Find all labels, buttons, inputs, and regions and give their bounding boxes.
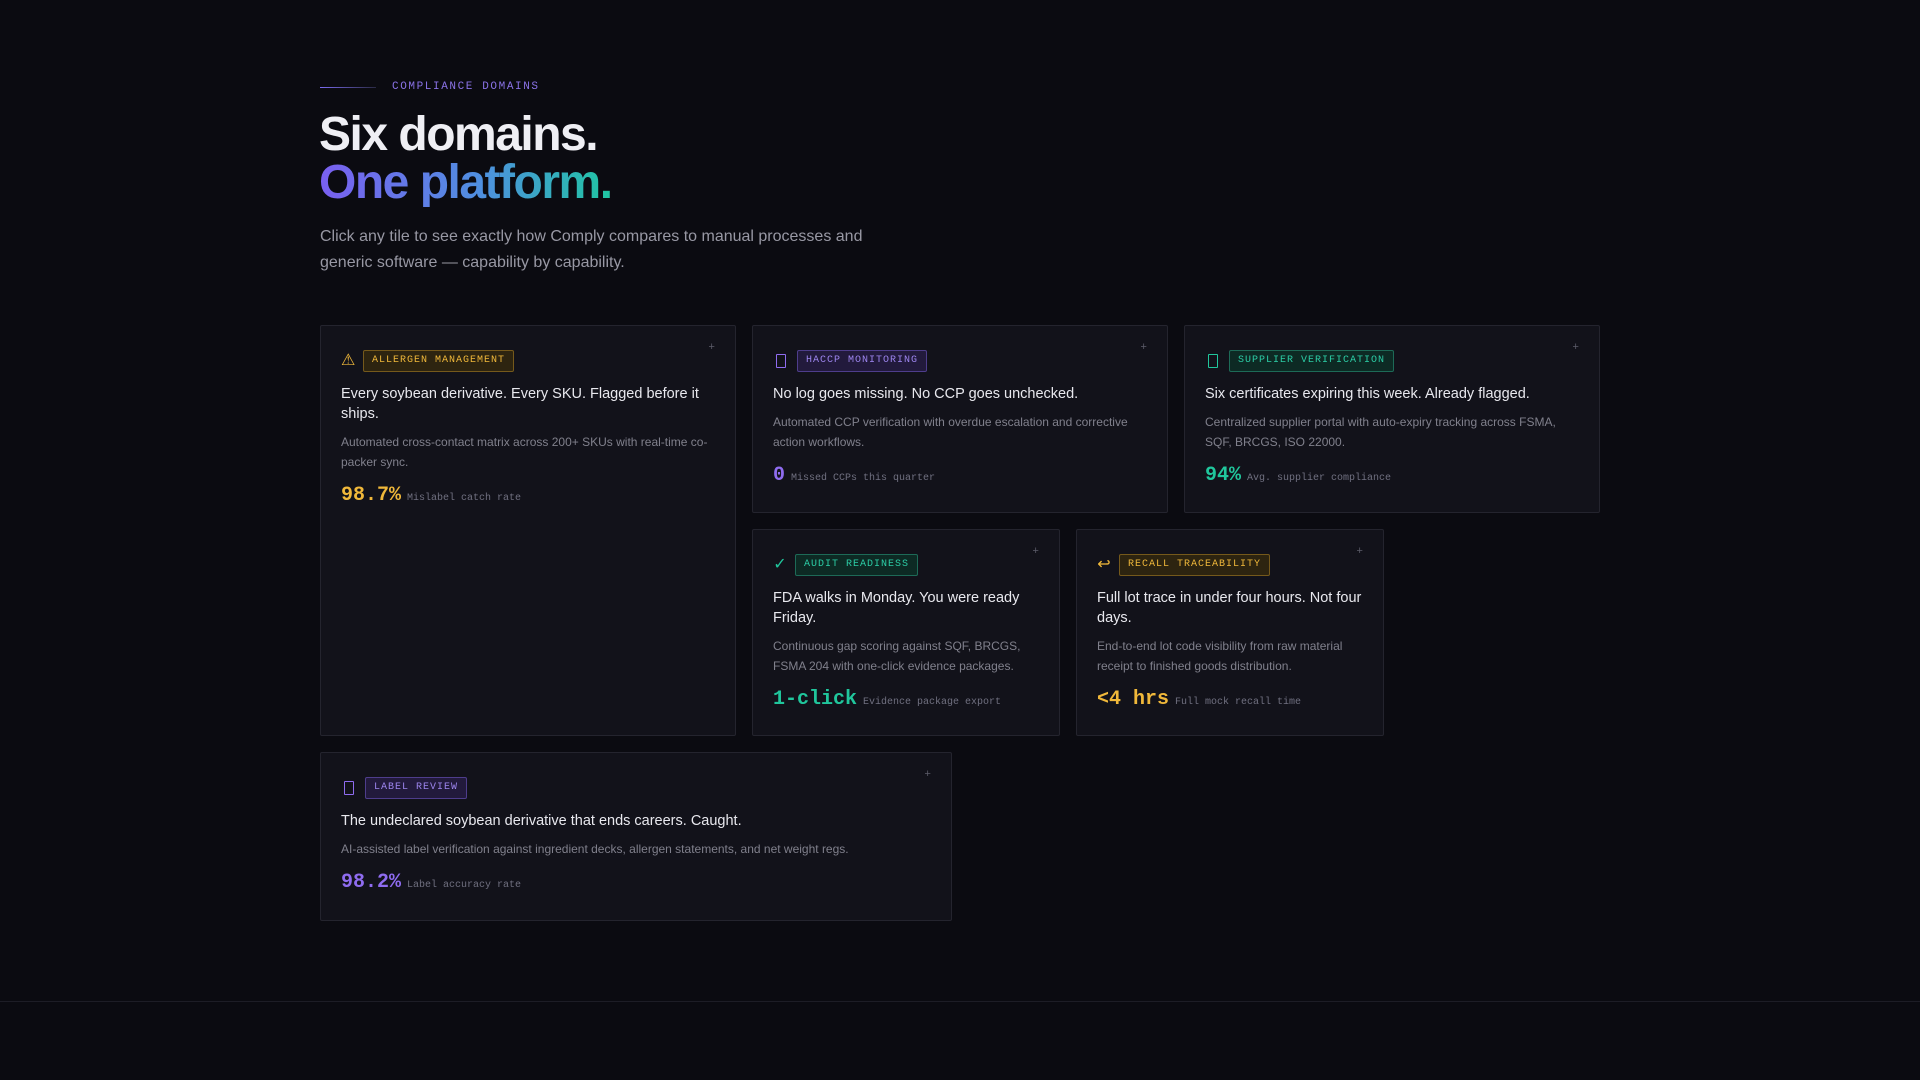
tile-tag: AUDIT READINESS bbox=[795, 554, 919, 576]
clipboard-icon bbox=[776, 354, 786, 368]
tile-metric: <4 hrs Full mock recall time bbox=[1097, 688, 1363, 711]
warning-icon: ⚠ bbox=[341, 352, 356, 369]
tile-metric: 0 Missed CCPs this quarter bbox=[773, 464, 1147, 487]
tile-metric: 1-click Evidence package export bbox=[773, 688, 1039, 711]
tile-metric: 94% Avg. supplier compliance bbox=[1205, 464, 1579, 487]
tile-description: Automated CCP verification with overdue … bbox=[773, 415, 1128, 449]
tile-title: FDA walks in Monday. You were ready Frid… bbox=[773, 590, 1020, 626]
metric-value: 1-click bbox=[773, 688, 858, 711]
expand-icon[interactable]: + bbox=[708, 342, 715, 354]
tile-title: The undeclared soybean derivative that e… bbox=[341, 813, 742, 829]
metric-value: 0 bbox=[773, 464, 786, 487]
metric-value: 98.2% bbox=[341, 871, 402, 894]
tile-title: Full lot trace in under four hours. Not … bbox=[1097, 590, 1362, 626]
tile-description: Continuous gap scoring against SQF, BRCG… bbox=[773, 639, 1021, 673]
eyebrow-divider bbox=[320, 86, 376, 88]
tile-haccp-monitoring[interactable]: + HACCP MONITORING No log goes missing. … bbox=[752, 325, 1168, 513]
tile-audit-readiness[interactable]: + ✓ AUDIT READINESS FDA walks in Monday.… bbox=[752, 529, 1060, 736]
metric-value: 94% bbox=[1205, 464, 1242, 487]
section-subtitle: Click any tile to see exactly how Comply… bbox=[320, 228, 863, 271]
metric-label: Label accuracy rate bbox=[407, 880, 522, 891]
metric-label: Full mock recall time bbox=[1175, 697, 1302, 708]
tile-description: AI-assisted label verification against i… bbox=[341, 842, 849, 856]
tile-metric: 98.7% Mislabel catch rate bbox=[341, 484, 715, 507]
return-arrow-icon: ↩ bbox=[1097, 556, 1111, 573]
tile-recall-traceability[interactable]: + ↩ RECALL TRACEABILITY Full lot trace i… bbox=[1076, 529, 1384, 736]
tile-title: Six certificates expiring this week. Alr… bbox=[1205, 386, 1530, 402]
metric-value: 98.7% bbox=[341, 484, 402, 507]
metric-label: Mislabel catch rate bbox=[407, 493, 522, 504]
tile-tag: RECALL TRACEABILITY bbox=[1119, 554, 1271, 576]
metric-label: Evidence package export bbox=[863, 697, 1002, 708]
label-icon bbox=[344, 781, 354, 795]
tile-description: Centralized supplier portal with auto-ex… bbox=[1205, 415, 1556, 449]
document-icon bbox=[1208, 354, 1218, 368]
metric-value: <4 hrs bbox=[1097, 688, 1170, 711]
metric-label: Avg. supplier compliance bbox=[1247, 473, 1392, 484]
headline-line-2: One platform. bbox=[319, 156, 613, 209]
expand-icon[interactable]: + bbox=[1140, 342, 1147, 354]
headline-line-1: Six domains. bbox=[319, 108, 599, 161]
tile-tag: LABEL REVIEW bbox=[365, 777, 468, 799]
expand-icon[interactable]: + bbox=[924, 769, 931, 781]
checkmark-icon: ✓ bbox=[773, 556, 787, 573]
tile-supplier-verification[interactable]: + SUPPLIER VERIFICATION Six certificates… bbox=[1184, 325, 1600, 513]
tile-allergen-management[interactable]: + ⚠ ALLERGEN MANAGEMENT Every soybean de… bbox=[320, 325, 736, 736]
section-eyebrow: COMPLIANCE DOMAINS bbox=[320, 81, 540, 93]
section-headline: Six domains. One platform. bbox=[319, 108, 613, 209]
footer-divider bbox=[0, 1001, 1920, 1002]
tile-description: Automated cross-contact matrix across 20… bbox=[341, 435, 708, 469]
tile-metric: 98.2% Label accuracy rate bbox=[341, 871, 931, 894]
tile-tag: HACCP MONITORING bbox=[797, 350, 928, 372]
tile-description: End-to-end lot code visibility from raw … bbox=[1097, 639, 1343, 673]
tile-title: No log goes missing. No CCP goes uncheck… bbox=[773, 386, 1079, 402]
tile-title: Every soybean derivative. Every SKU. Fla… bbox=[341, 386, 699, 422]
tile-tag: SUPPLIER VERIFICATION bbox=[1229, 350, 1395, 372]
expand-icon[interactable]: + bbox=[1572, 342, 1579, 354]
expand-icon[interactable]: + bbox=[1032, 546, 1039, 558]
tile-tag: ALLERGEN MANAGEMENT bbox=[363, 350, 515, 372]
expand-icon[interactable]: + bbox=[1356, 546, 1363, 558]
tile-label-review[interactable]: + LABEL REVIEW The undeclared soybean de… bbox=[320, 752, 952, 921]
metric-label: Missed CCPs this quarter bbox=[791, 473, 936, 484]
eyebrow-label: COMPLIANCE DOMAINS bbox=[392, 81, 540, 93]
